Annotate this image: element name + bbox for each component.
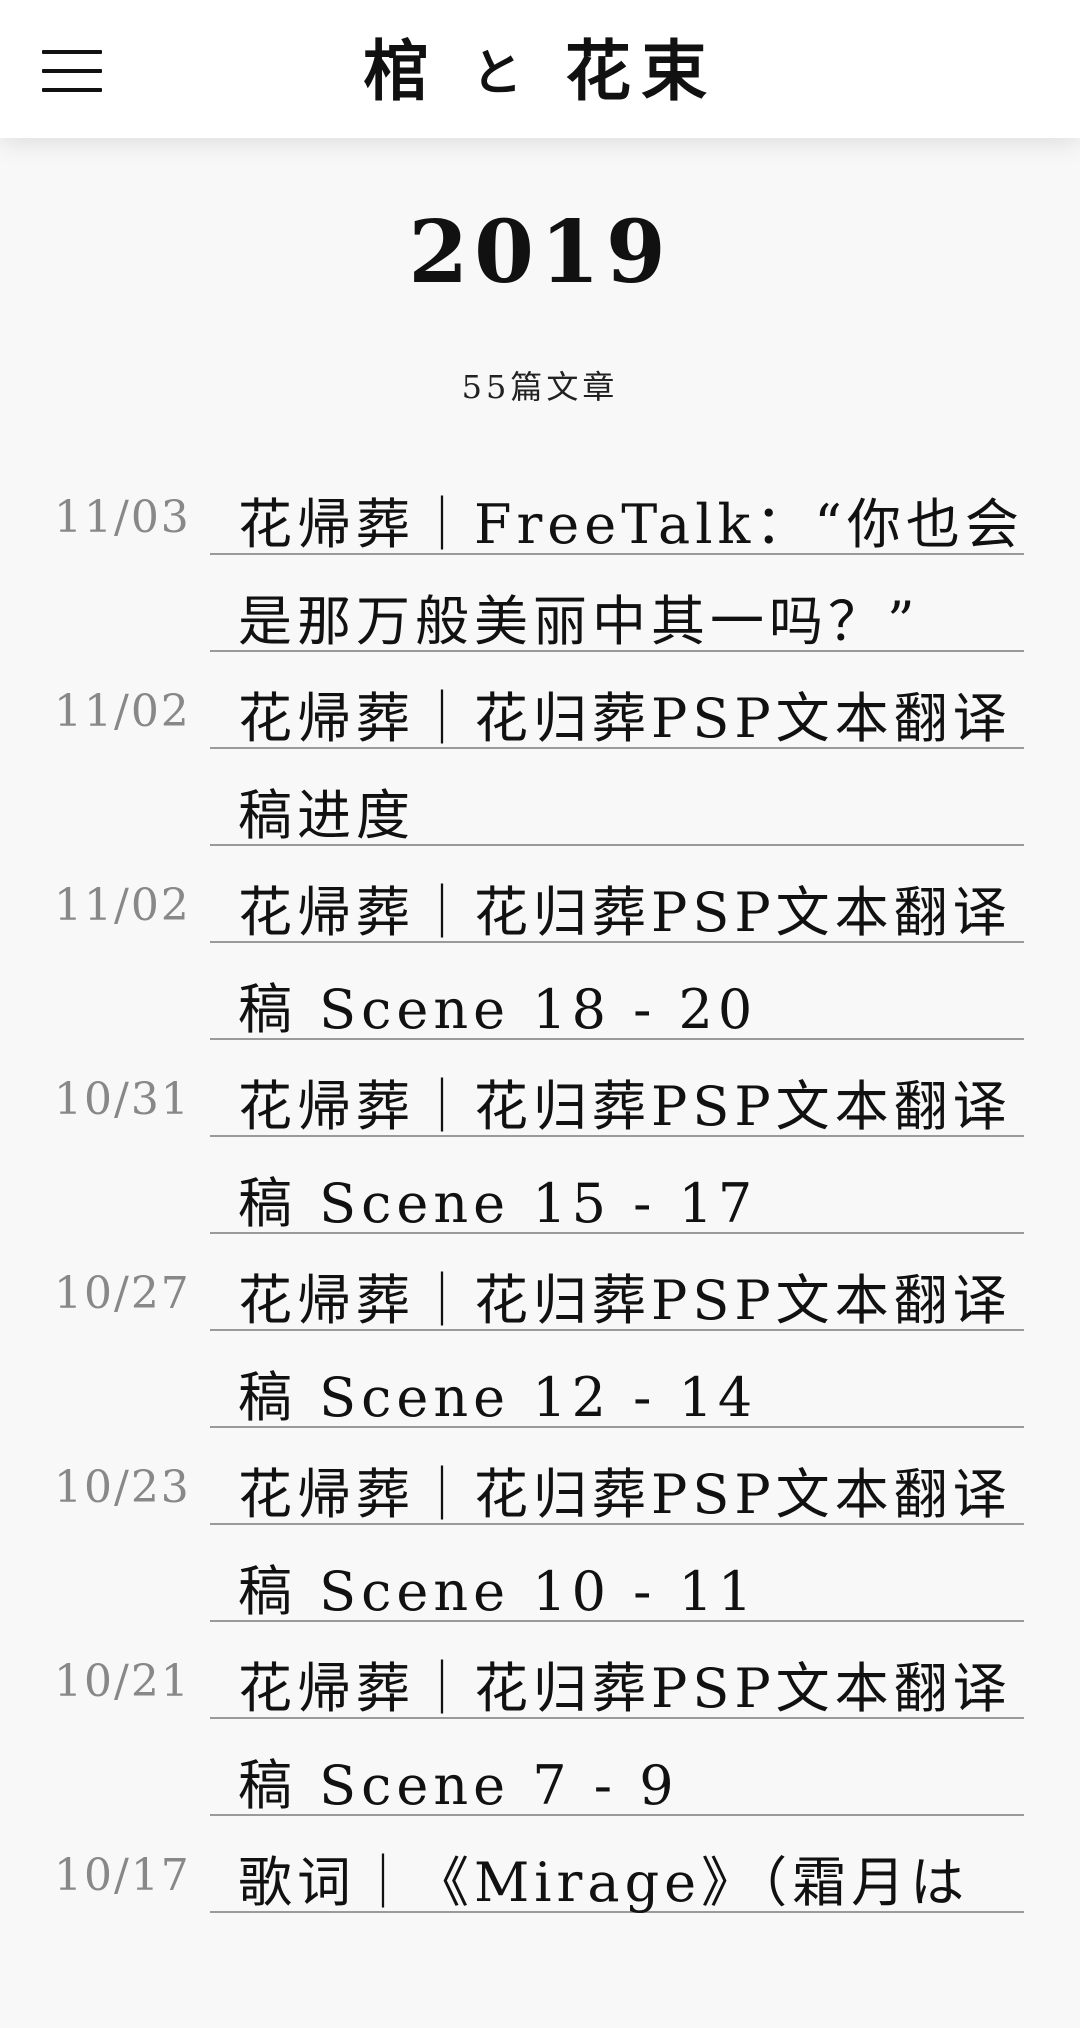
post-title-text: 花帰葬｜花归葬PSP文本翻译稿 Scene 15 - 17 xyxy=(238,1075,1012,1235)
post-date: 10/27 xyxy=(54,1268,191,1319)
top-navigation-bar: 棺 と 花束 xyxy=(0,0,1080,138)
post-title-link[interactable]: 花帰葬｜花归葬PSP文本翻译稿 Scene 7 - 9 xyxy=(210,1640,1024,1834)
list-item: 10/17 歌词｜《Mirage》（霜月は xyxy=(0,1834,1080,2028)
post-date: 11/02 xyxy=(54,880,191,931)
post-date: 10/23 xyxy=(54,1462,191,1513)
site-title-part-2: と xyxy=(472,43,532,102)
list-item: 10/23 花帰葬｜花归葬PSP文本翻译稿 Scene 10 - 11 xyxy=(0,1446,1080,1640)
site-title-part-3: 花束 xyxy=(564,32,717,110)
post-date: 10/17 xyxy=(54,1850,191,1901)
post-title-text: 歌词｜《Mirage》（霜月は xyxy=(238,1851,970,1914)
post-title-link[interactable]: 花帰葬｜花归葬PSP文本翻译稿 Scene 18 - 20 xyxy=(210,864,1024,1058)
archive-year-heading: 2019 xyxy=(408,202,672,303)
post-date: 11/02 xyxy=(54,686,191,737)
post-title-text: 花帰葬｜花归葬PSP文本翻译稿 Scene 18 - 20 xyxy=(238,881,1012,1041)
list-item: 10/31 花帰葬｜花归葬PSP文本翻译稿 Scene 15 - 17 xyxy=(0,1058,1080,1252)
post-date: 11/03 xyxy=(54,492,191,543)
site-title-part-1: 棺 xyxy=(363,32,440,110)
post-title-link[interactable]: 花帰葬｜花归葬PSP文本翻译稿 Scene 15 - 17 xyxy=(210,1058,1024,1252)
archive-post-count: 55篇文章 xyxy=(461,368,619,406)
list-item: 11/02 花帰葬｜花归葬PSP文本翻译稿进度 xyxy=(0,670,1080,864)
post-title-text: 花帰葬｜花归葬PSP文本翻译稿进度 xyxy=(238,687,1012,847)
archive-post-list: 11/03 花帰葬｜FreeTalk：“你也会是那万般美丽中其一吗？” 11/0… xyxy=(0,476,1080,2028)
post-title-text: 花帰葬｜FreeTalk：“你也会是那万般美丽中其一吗？” xyxy=(238,493,1024,653)
post-title-link[interactable]: 歌词｜《Mirage》（霜月は xyxy=(210,1834,1024,1931)
post-title-link[interactable]: 花帰葬｜花归葬PSP文本翻译稿 Scene 10 - 11 xyxy=(210,1446,1024,1640)
post-title-link[interactable]: 花帰葬｜花归葬PSP文本翻译稿进度 xyxy=(210,670,1024,864)
list-item: 11/03 花帰葬｜FreeTalk：“你也会是那万般美丽中其一吗？” xyxy=(0,476,1080,670)
post-title-text: 花帰葬｜花归葬PSP文本翻译稿 Scene 7 - 9 xyxy=(238,1657,1012,1817)
post-title-link[interactable]: 花帰葬｜FreeTalk：“你也会是那万般美丽中其一吗？” xyxy=(210,476,1024,670)
post-title-text: 花帰葬｜花归葬PSP文本翻译稿 Scene 12 - 14 xyxy=(238,1269,1012,1429)
list-item: 10/27 花帰葬｜花归葬PSP文本翻译稿 Scene 12 - 14 xyxy=(0,1252,1080,1446)
post-date: 10/31 xyxy=(54,1074,191,1125)
post-title-link[interactable]: 花帰葬｜花归葬PSP文本翻译稿 Scene 12 - 14 xyxy=(210,1252,1024,1446)
post-title-text: 花帰葬｜花归葬PSP文本翻译稿 Scene 10 - 11 xyxy=(238,1463,1012,1623)
post-date: 10/21 xyxy=(54,1656,191,1707)
list-item: 11/02 花帰葬｜花归葬PSP文本翻译稿 Scene 18 - 20 xyxy=(0,864,1080,1058)
list-item: 10/21 花帰葬｜花归葬PSP文本翻译稿 Scene 7 - 9 xyxy=(0,1640,1080,1834)
site-title[interactable]: 棺 と 花束 xyxy=(0,26,1080,118)
